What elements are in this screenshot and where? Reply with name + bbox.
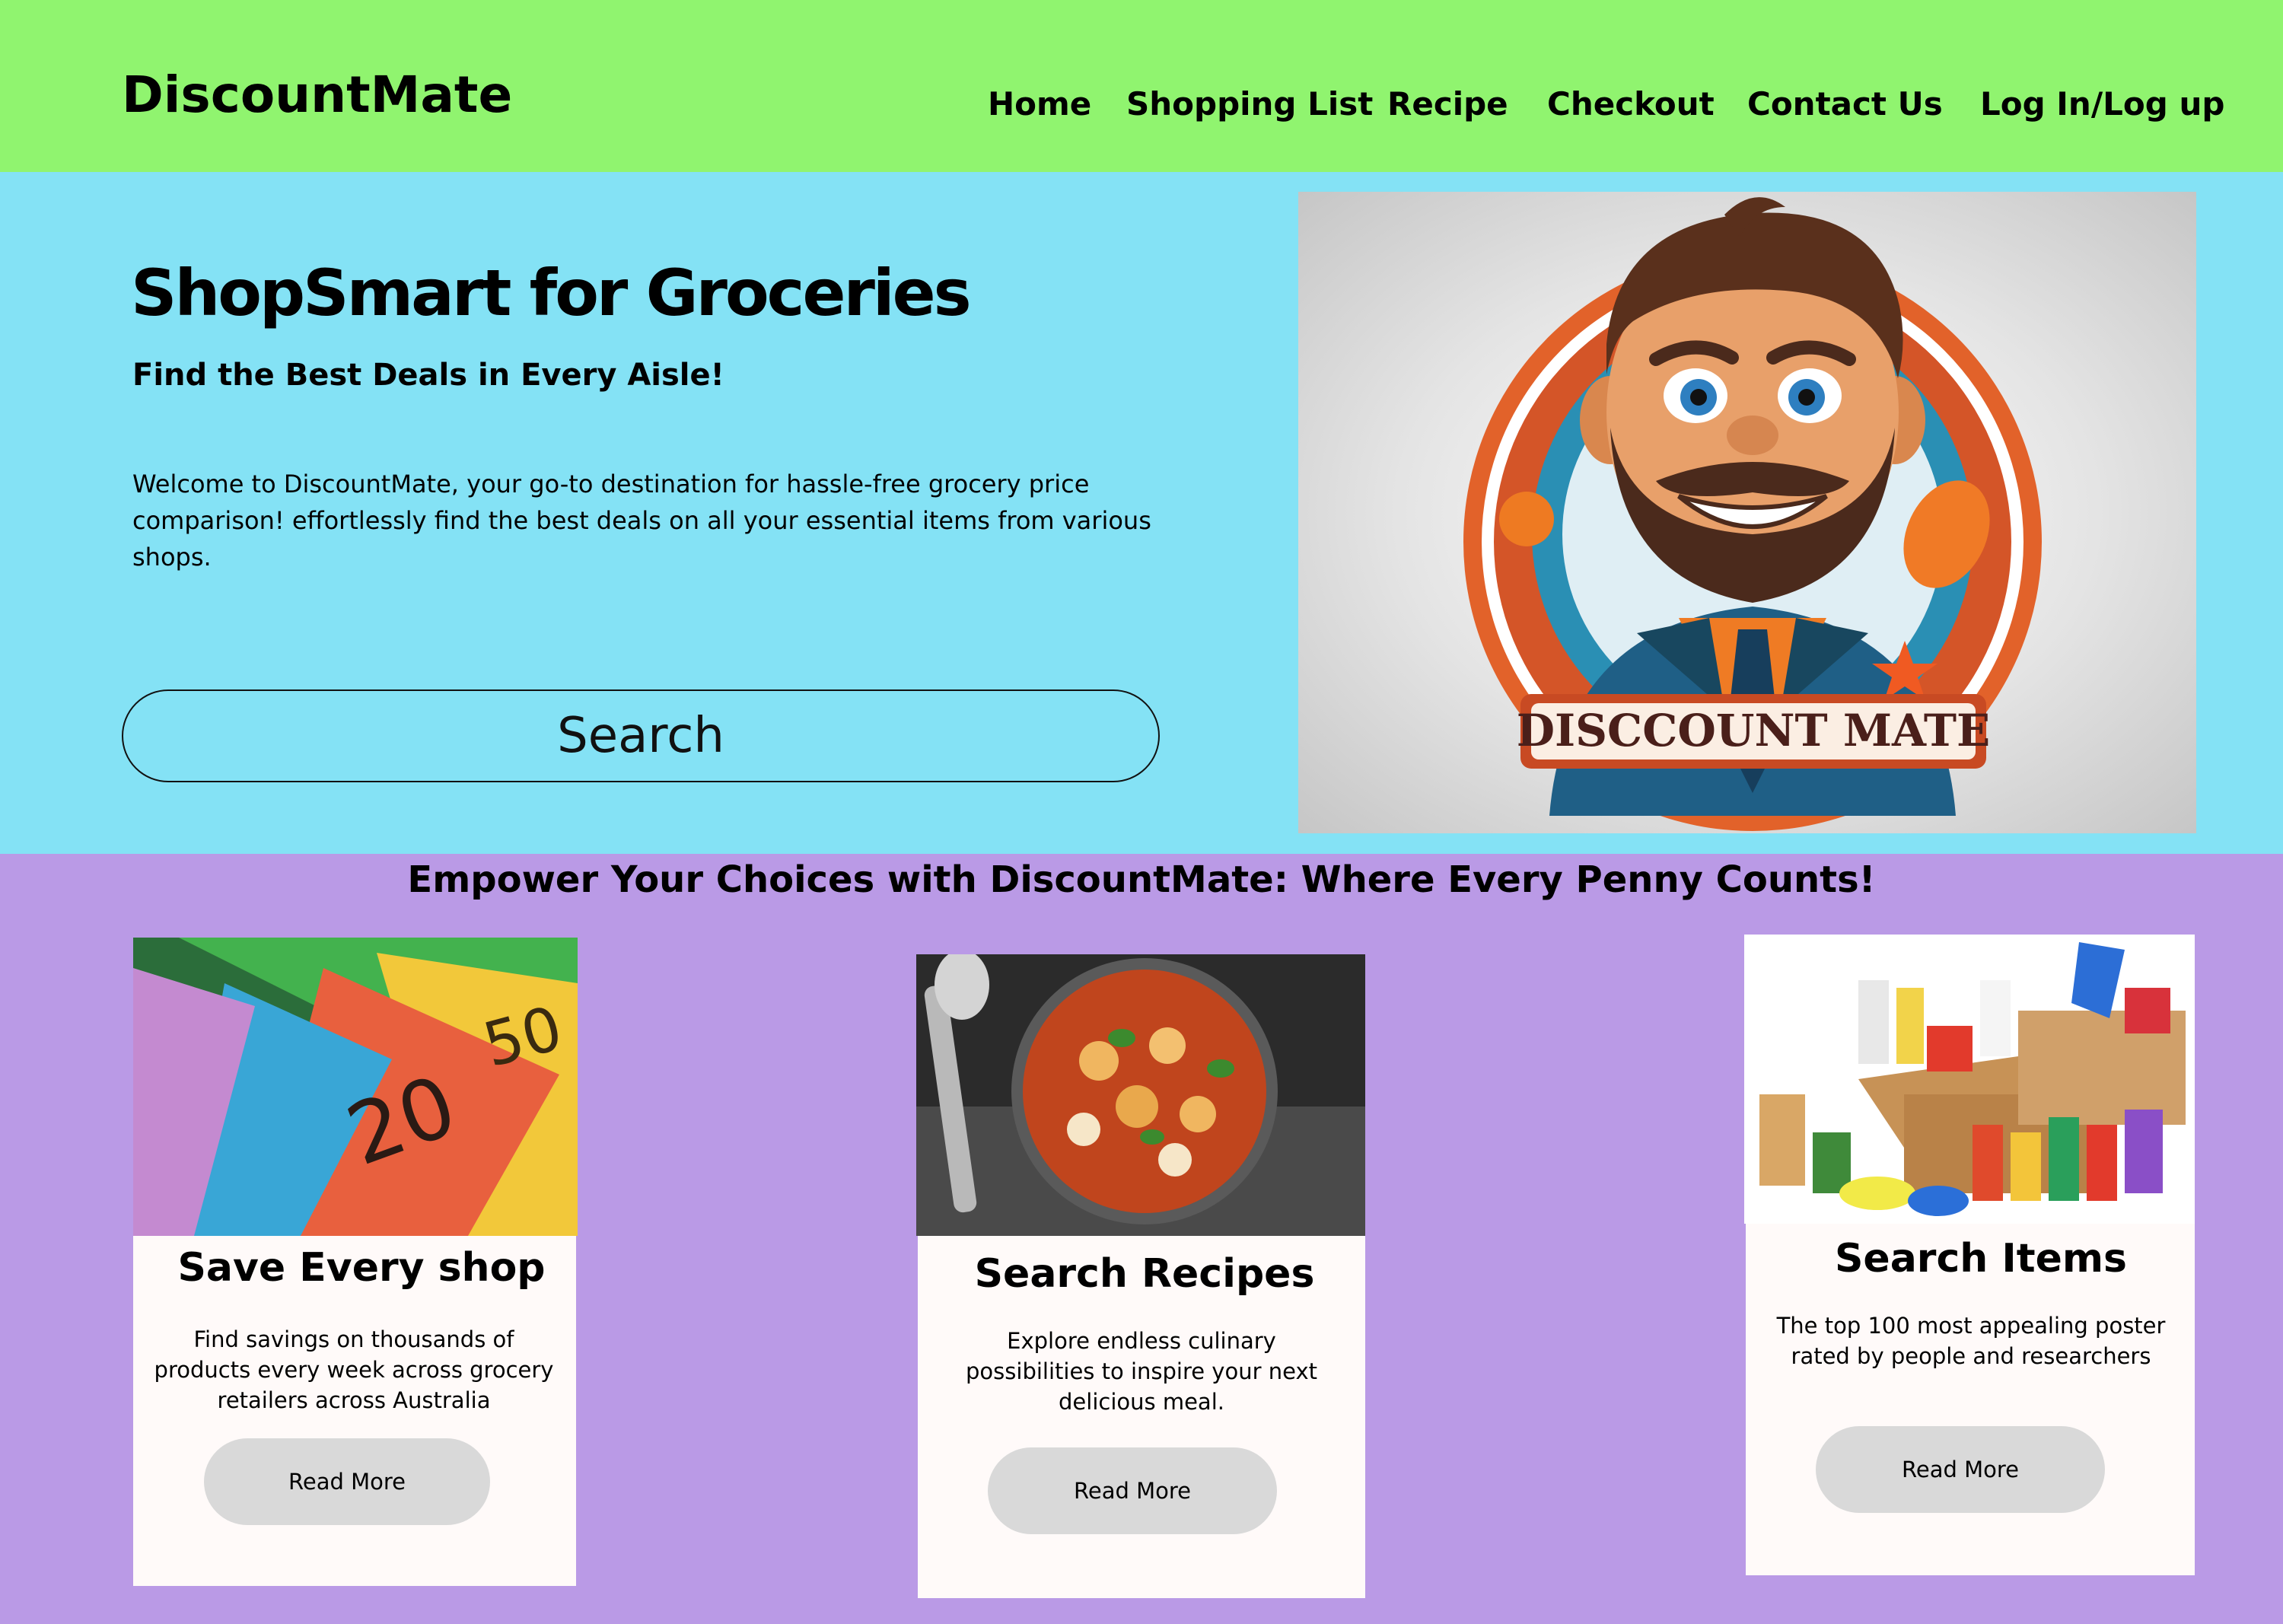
card-description: Find savings on thousands of products ev… bbox=[154, 1326, 554, 1413]
card-title: Search Items bbox=[1834, 1236, 2127, 1282]
hero-title: ShopSmart for Groceries bbox=[131, 256, 972, 330]
card-title: Search Recipes bbox=[974, 1251, 1315, 1297]
recipe-dish-image bbox=[916, 954, 1365, 1236]
nav-recipe[interactable]: Recipe bbox=[1387, 85, 1508, 123]
read-more-button[interactable]: Read More bbox=[988, 1447, 1277, 1534]
nav-shopping-list[interactable]: Shopping List bbox=[1126, 85, 1373, 123]
banknotes-image: 20 50 bbox=[133, 938, 578, 1236]
card-description: The top 100 most appealing poster rated … bbox=[1776, 1313, 2166, 1369]
card-description: Explore endless culinary possibilities t… bbox=[966, 1328, 1317, 1415]
grocery-box-image bbox=[1744, 935, 2195, 1224]
search-button[interactable]: Search bbox=[122, 689, 1160, 782]
read-more-button[interactable]: Read More bbox=[204, 1438, 490, 1525]
mascot-banner-text: DISCCOUNT MATE bbox=[1517, 705, 1991, 756]
site-logo[interactable]: DiscountMate bbox=[122, 65, 512, 124]
card-title: Save Every shop bbox=[177, 1245, 546, 1291]
mascot-illustration: DISCCOUNT MATE bbox=[1463, 197, 2042, 831]
nav-login[interactable]: Log In/Log up bbox=[1980, 85, 2224, 123]
hero-subtitle: Find the Best Deals in Every Aisle! bbox=[132, 358, 724, 393]
mascot-logo-image: DISCCOUNT MATE bbox=[1298, 192, 2196, 833]
nav-home[interactable]: Home bbox=[988, 85, 1091, 123]
hero-description: Welcome to DiscountMate, your go-to dest… bbox=[132, 470, 1151, 572]
features-heading: Empower Your Choices with DiscountMate: … bbox=[407, 858, 1876, 901]
nav-checkout[interactable]: Checkout bbox=[1547, 85, 1715, 123]
read-more-button[interactable]: Read More bbox=[1816, 1426, 2105, 1513]
nav-contact-us[interactable]: Contact Us bbox=[1747, 85, 1943, 123]
